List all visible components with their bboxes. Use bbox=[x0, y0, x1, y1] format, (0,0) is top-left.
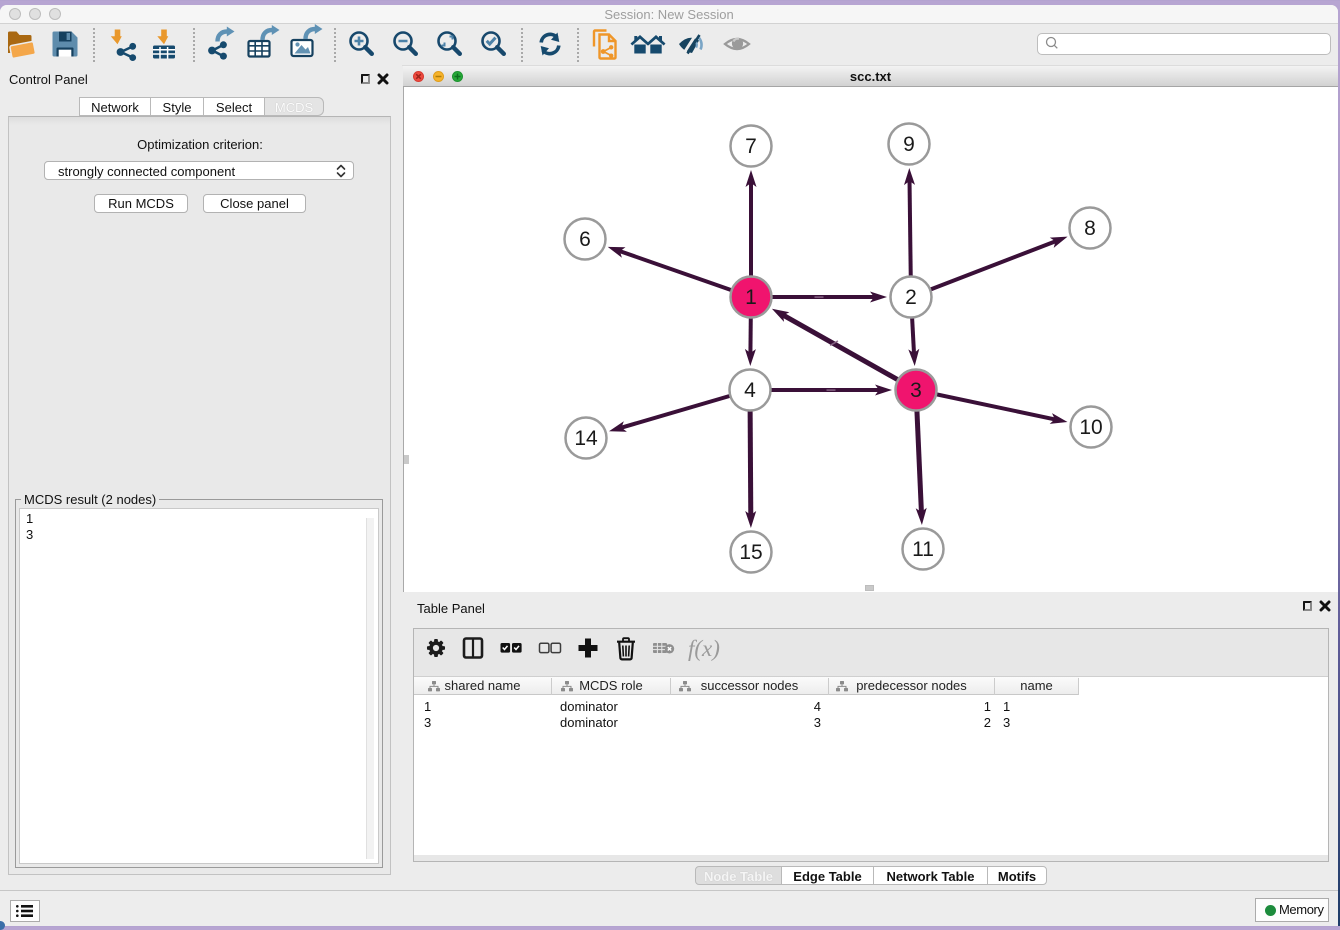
svg-text:10: 10 bbox=[1079, 416, 1102, 439]
svg-text:15: 15 bbox=[739, 541, 762, 564]
svg-text:8: 8 bbox=[1084, 217, 1096, 240]
svg-text:1: 1 bbox=[745, 286, 757, 309]
svg-text:11: 11 bbox=[912, 538, 934, 561]
svg-text:2: 2 bbox=[905, 286, 917, 309]
svg-text:4: 4 bbox=[744, 379, 756, 402]
svg-text:f(x): f(x) bbox=[688, 636, 720, 661]
svg-text:3: 3 bbox=[910, 379, 922, 402]
svg-text:9: 9 bbox=[903, 133, 915, 156]
svg-text:6: 6 bbox=[579, 228, 591, 251]
svg-text:7: 7 bbox=[745, 135, 757, 158]
svg-text:14: 14 bbox=[574, 427, 598, 450]
